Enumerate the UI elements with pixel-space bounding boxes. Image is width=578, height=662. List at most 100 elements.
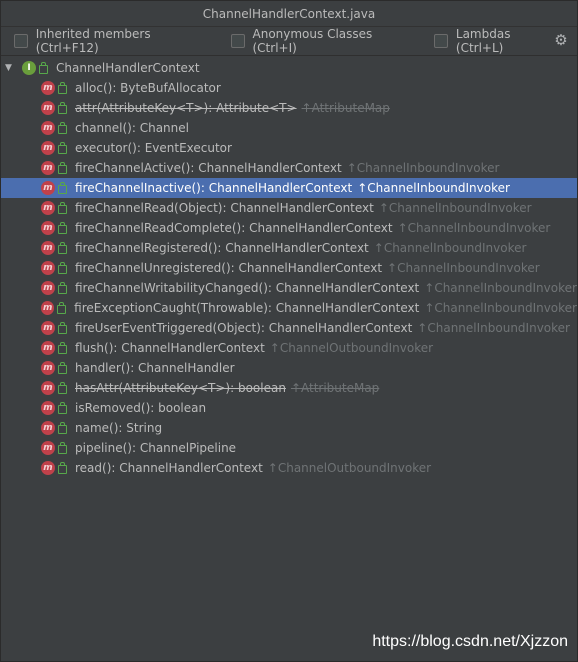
member-signature: fireExceptionCaught(Throwable): ChannelH… — [74, 301, 420, 315]
member-signature: name(): String — [75, 421, 163, 435]
structure-toolbar: Inherited members (Ctrl+F12) Anonymous C… — [1, 27, 577, 56]
tree-member-row[interactable]: m hasAttr(AttributeKey<T>): boolean ↑Attri… — [1, 378, 577, 398]
anonymous-classes-label: Anonymous Classes (Ctrl+I) — [252, 27, 373, 55]
method-icon: m — [41, 241, 55, 255]
member-inherited-from: ↑ChannelInboundInvoker — [424, 281, 577, 295]
anonymous-classes-checkbox[interactable]: Anonymous Classes (Ctrl+I) — [230, 27, 416, 55]
member-signature: read(): ChannelHandlerContext — [75, 461, 263, 475]
checkbox-box[interactable] — [14, 34, 28, 48]
member-signature: fireUserEventTriggered(Object): ChannelH… — [75, 321, 413, 335]
tree-member-row[interactable]: m pipeline(): ChannelPipeline — [1, 438, 577, 458]
tree-member-row[interactable]: m fireChannelActive(): ChannelHandlerCont… — [1, 158, 577, 178]
public-visibility-icon — [57, 301, 67, 314]
tree-member-row[interactable]: m fireUserEventTriggered(Object): Channel… — [1, 318, 577, 338]
member-inherited-from: ↑AttributeMap — [290, 381, 380, 395]
member-signature: fireChannelActive(): ChannelHandlerConte… — [75, 161, 342, 175]
tree-member-row[interactable]: m handler(): ChannelHandler — [1, 358, 577, 378]
public-visibility-icon — [58, 361, 67, 374]
tree-member-row[interactable]: m fireChannelWritabilityChanged(): Channe… — [1, 278, 577, 298]
tree-member-row[interactable]: m name(): String — [1, 418, 577, 438]
method-icon: m — [41, 161, 55, 175]
member-inherited-from: ↑ChannelInboundInvoker — [357, 181, 510, 195]
checkbox-box[interactable] — [434, 34, 448, 48]
gear-icon[interactable]: ⚙ — [553, 31, 569, 49]
member-signature: attr(AttributeKey<T>): Attribute<T> — [75, 101, 297, 115]
member-inherited-from: ↑ChannelInboundInvoker — [378, 201, 532, 215]
public-visibility-icon — [39, 61, 48, 74]
method-icon: m — [41, 401, 55, 415]
member-signature: alloc(): ByteBufAllocator — [75, 81, 221, 95]
method-icon: m — [41, 181, 55, 195]
method-icon: m — [41, 381, 55, 395]
member-signature: isRemoved(): boolean — [75, 401, 207, 415]
method-icon: m — [41, 441, 55, 455]
tree-member-row[interactable]: m channel(): Channel — [1, 118, 577, 138]
checkbox-box[interactable] — [230, 34, 245, 48]
public-visibility-icon — [58, 421, 67, 434]
tree-member-row[interactable]: m isRemoved(): boolean — [1, 398, 577, 418]
public-visibility-icon — [58, 221, 67, 234]
tree-member-row[interactable]: m fireChannelReadComplete(): ChannelHandl… — [1, 218, 577, 238]
inherited-members-checkbox[interactable]: Inherited members (Ctrl+F12) — [14, 27, 213, 55]
member-inherited-from: ↑ChannelInboundInvoker — [346, 161, 500, 175]
watermark: https://blog.csdn.net/Xjzzon — [372, 633, 568, 650]
tree-member-row[interactable]: m attr(AttributeKey<T>): Attribute<T> ↑Att… — [1, 98, 577, 118]
method-icon: m — [41, 361, 55, 375]
method-icon: m — [41, 141, 55, 155]
tree-member-row[interactable]: m executor(): EventExecutor — [1, 138, 577, 158]
method-icon: m — [41, 281, 55, 295]
public-visibility-icon — [58, 261, 67, 274]
lambdas-label: Lambdas (Ctrl+L) — [455, 27, 511, 55]
public-visibility-icon — [58, 201, 67, 214]
popup-title-bar[interactable]: ChannelHandlerContext.java — [1, 1, 577, 27]
tree-member-row[interactable]: m fireChannelRegistered(): ChannelHandler… — [1, 238, 577, 258]
member-signature: pipeline(): ChannelPipeline — [75, 441, 237, 455]
member-signature: executor(): EventExecutor — [75, 141, 232, 155]
member-signature: fireChannelUnregistered(): ChannelHandle… — [75, 261, 383, 275]
method-icon: m — [41, 421, 55, 435]
root-label: ChannelHandlerContext — [56, 61, 200, 75]
public-visibility-icon — [58, 441, 67, 454]
inherited-members-label: Inherited members (Ctrl+F12) — [35, 27, 151, 55]
tree-root-node[interactable]: ▼ I ChannelHandlerContext — [1, 58, 577, 78]
public-visibility-icon — [58, 81, 67, 94]
method-icon: m — [41, 81, 55, 95]
expand-arrow-icon[interactable]: ▼ — [5, 63, 17, 73]
method-icon: m — [41, 301, 55, 315]
public-visibility-icon — [58, 141, 67, 154]
member-inherited-from: ↑ChannelInboundInvoker — [373, 241, 527, 255]
tree-member-row[interactable]: m read(): ChannelHandlerContext ↑ChannelOu… — [1, 458, 577, 478]
tree-member-row[interactable]: m fireChannelInactive(): ChannelHandlerCo… — [1, 178, 577, 198]
public-visibility-icon — [58, 241, 67, 254]
method-icon: m — [41, 461, 55, 475]
member-signature: fireChannelInactive(): ChannelHandlerCon… — [75, 181, 353, 195]
public-visibility-icon — [58, 181, 67, 194]
member-signature: handler(): ChannelHandler — [75, 361, 235, 375]
tree-member-row[interactable]: m fireChannelRead(Object): ChannelHandler… — [1, 198, 577, 218]
method-icon: m — [41, 101, 55, 115]
tree-member-row[interactable]: m fireChannelUnregistered(): ChannelHandl… — [1, 258, 577, 278]
interface-icon: I — [22, 61, 36, 75]
member-inherited-from: ↑ChannelInboundInvoker — [417, 321, 570, 335]
structure-popup: ChannelHandlerContext.java Inherited mem… — [0, 0, 578, 662]
member-inherited-from: ↑AttributeMap — [301, 101, 390, 115]
member-signature: fireChannelRegistered(): ChannelHandlerC… — [75, 241, 369, 255]
method-icon: m — [41, 341, 55, 355]
method-icon: m — [41, 321, 55, 335]
public-visibility-icon — [58, 321, 67, 334]
tree-member-row[interactable]: m flush(): ChannelHandlerContext ↑ChannelO… — [1, 338, 577, 358]
method-icon: m — [41, 261, 55, 275]
member-signature: fireChannelReadComplete(): ChannelHandle… — [75, 221, 393, 235]
member-inherited-from: ↑ChannelInboundInvoker — [387, 261, 540, 275]
public-visibility-icon — [58, 161, 67, 174]
member-inherited-from: ↑ChannelInboundInvoker — [397, 221, 551, 235]
tree-member-row[interactable]: m fireExceptionCaught(Throwable): Channel… — [1, 298, 577, 318]
method-icon: m — [41, 121, 55, 135]
tree-member-row[interactable]: m alloc(): ByteBufAllocator — [1, 78, 577, 98]
method-icon: m — [41, 221, 55, 235]
member-inherited-from: ↑ChannelOutboundInvoker — [269, 341, 434, 355]
public-visibility-icon — [58, 381, 67, 394]
lambdas-checkbox[interactable]: Lambdas (Ctrl+L) — [434, 27, 559, 55]
member-signature: channel(): Channel — [75, 121, 189, 135]
public-visibility-icon — [58, 101, 67, 114]
